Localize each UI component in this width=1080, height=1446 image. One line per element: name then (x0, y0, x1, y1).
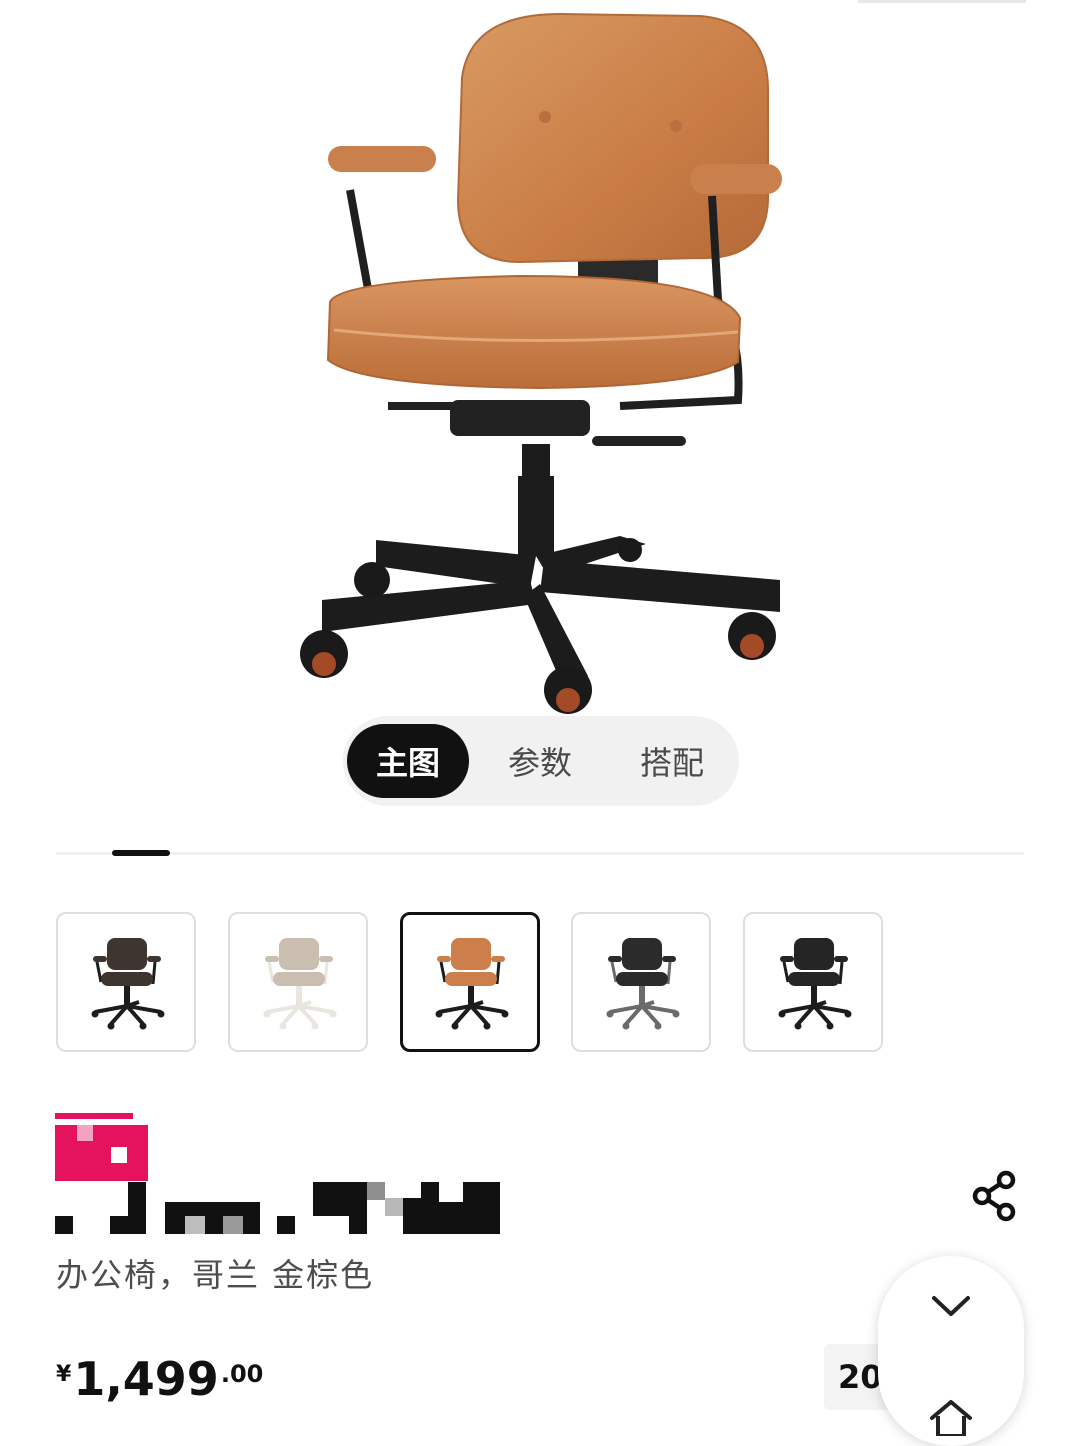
gallery-scroll-track (56, 852, 1024, 855)
price-integer: 1,499 (73, 1352, 219, 1406)
chair-thumbnail-icon (435, 938, 509, 1030)
home-icon[interactable] (926, 1396, 976, 1436)
product-hero-image[interactable] (0, 0, 1080, 720)
tab-main-image[interactable]: 主图 (347, 724, 469, 798)
color-variant-black[interactable] (743, 912, 883, 1052)
price-decimal: .00 (220, 1360, 264, 1388)
color-variant-dark-brown[interactable] (56, 912, 196, 1052)
gallery-tab-switcher: 主图 参数 搭配 (343, 716, 739, 806)
product-subtitle: 办公椅，哥兰 金棕色 (56, 1256, 375, 1294)
product-name-redacted (55, 1182, 500, 1234)
floating-scroll-nav (878, 1256, 1024, 1446)
chevron-down-icon[interactable] (926, 1286, 976, 1326)
promo-chip-text: 20 (838, 1358, 883, 1396)
price-currency: ¥ (56, 1362, 72, 1387)
color-variant-black-grey-base[interactable] (571, 912, 711, 1052)
gallery-scroll-indicator (112, 850, 170, 856)
chair-thumbnail-icon (778, 938, 852, 1030)
price: ¥ 1,499 .00 (56, 1348, 263, 1410)
chair-thumbnail-icon (606, 938, 680, 1030)
share-icon[interactable] (968, 1168, 1024, 1224)
tab-parameters[interactable]: 参数 (479, 724, 601, 798)
color-variant-golden-brown[interactable] (400, 912, 540, 1052)
chair-thumbnail-icon (263, 938, 337, 1030)
color-variant-beige[interactable] (228, 912, 368, 1052)
brand-logo-redacted (55, 1113, 148, 1181)
chair-thumbnail-icon (91, 938, 165, 1030)
tab-matching[interactable]: 搭配 (611, 724, 733, 798)
